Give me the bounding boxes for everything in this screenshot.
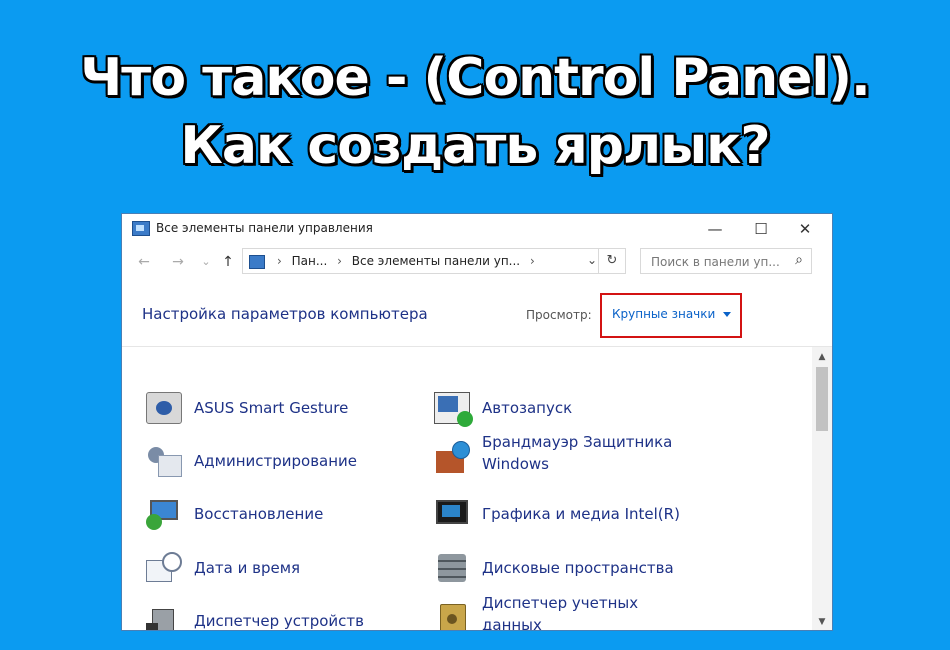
firewall-icon	[434, 441, 470, 473]
date-time-icon	[146, 552, 182, 584]
search-input[interactable]	[649, 252, 783, 272]
item-label[interactable]: Восстановление	[194, 503, 323, 525]
item-label-line-2[interactable]: данных	[482, 616, 542, 630]
forward-arrow-icon[interactable]: →	[168, 252, 188, 272]
administration-icon	[146, 445, 182, 477]
maximize-button[interactable]: ☐	[738, 214, 784, 244]
item-label[interactable]: Автозапуск	[482, 397, 572, 419]
headline-line-1: Что такое - (Control Panel).	[80, 48, 871, 108]
caret-down-icon[interactable]	[723, 312, 731, 317]
minimize-button[interactable]: —	[692, 214, 738, 244]
item-label-line-1[interactable]: Диспетчер учетных	[482, 594, 638, 612]
control-panel-icon	[132, 221, 150, 236]
recovery-icon	[146, 498, 182, 530]
back-arrow-icon[interactable]: ←	[134, 252, 154, 272]
divider	[122, 346, 832, 347]
address-dropdown-chevron-icon[interactable]: ⌄	[587, 253, 597, 267]
item-label[interactable]: Диспетчер устройств	[194, 610, 364, 630]
headline: Что такое - (Control Panel). Как создать…	[0, 44, 950, 180]
chevron-right-icon: ›	[277, 254, 282, 268]
scroll-up-icon[interactable]: ▲	[812, 349, 832, 365]
item-label[interactable]: ASUS Smart Gesture	[194, 397, 348, 419]
chevron-right-icon: ›	[337, 254, 342, 268]
view-mode-dropdown[interactable]: Крупные значки	[600, 293, 742, 338]
credential-manager-icon	[434, 602, 470, 630]
item-label[interactable]: Администрирование	[194, 450, 357, 472]
storage-spaces-icon	[434, 552, 470, 584]
breadcrumb-item-control-panel[interactable]: Пан...	[292, 254, 328, 268]
breadcrumb-item-all-items[interactable]: Все элементы панели уп...	[352, 254, 520, 268]
scrollbar-thumb[interactable]	[816, 367, 828, 431]
control-panel-window: Все элементы панели управления — ☐ ✕ ← →…	[122, 214, 832, 630]
search-icon[interactable]: ⌕	[795, 252, 803, 268]
view-label: Просмотр:	[526, 308, 592, 322]
close-button[interactable]: ✕	[782, 214, 828, 244]
title-bar[interactable]: Все элементы панели управления — ☐ ✕	[122, 214, 832, 244]
search-box[interactable]: ⌕	[640, 248, 812, 274]
headline-line-2: Как создать ярлык?	[180, 116, 770, 176]
refresh-button[interactable]: ↻	[598, 249, 625, 273]
up-arrow-icon[interactable]: ↑	[218, 252, 238, 272]
item-label-line-1[interactable]: Брандмауэр Защитника	[482, 433, 672, 451]
page-title: Настройка параметров компьютера	[142, 305, 428, 323]
scroll-down-icon[interactable]: ▼	[812, 614, 832, 630]
view-mode-value[interactable]: Крупные значки	[612, 307, 715, 321]
recent-locations-chevron-icon[interactable]: ⌄	[196, 252, 216, 272]
address-bar[interactable]: › Пан... › Все элементы панели уп... › ⌄…	[242, 248, 626, 274]
item-label[interactable]: Дата и время	[194, 557, 300, 579]
autorun-icon	[434, 392, 473, 427]
chevron-right-icon: ›	[529, 254, 535, 268]
item-label[interactable]: Диспетчер учетных данных	[482, 592, 638, 630]
item-label[interactable]: Дисковые пространства	[482, 557, 674, 579]
item-label[interactable]: Графика и медиа Intel(R)	[482, 503, 680, 525]
vertical-scrollbar[interactable]: ▲ ▼	[812, 347, 832, 630]
window-title: Все элементы панели управления	[156, 221, 373, 235]
breadcrumb: › Пан... › Все элементы панели уп... ›	[271, 254, 541, 268]
intel-graphics-icon	[434, 498, 470, 530]
item-label[interactable]: Брандмауэр Защитника Windows	[482, 431, 672, 475]
navigation-bar: ← → ⌄ ↑ › Пан... › Все элементы панели у…	[122, 248, 832, 276]
control-panel-small-icon	[249, 255, 265, 269]
device-manager-icon	[146, 605, 182, 630]
asus-smart-gesture-icon	[146, 392, 182, 424]
item-label-line-2[interactable]: Windows	[482, 455, 549, 473]
